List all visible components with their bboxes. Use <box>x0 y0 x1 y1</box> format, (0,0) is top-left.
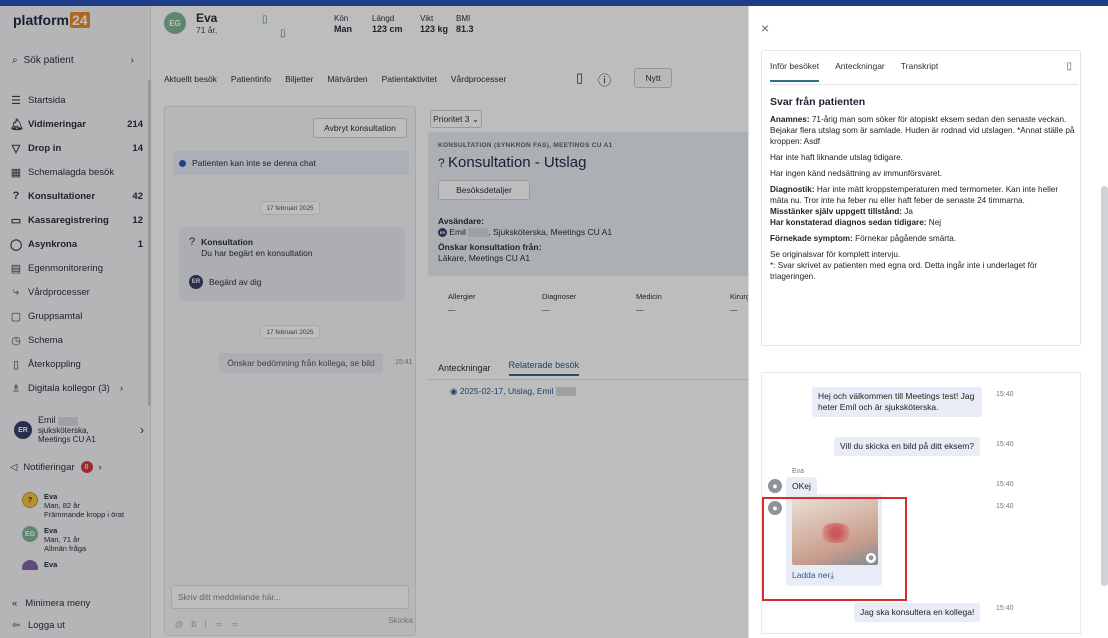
message-time: 15:40 <box>996 503 1014 510</box>
message-time: 15:40 <box>996 441 1014 448</box>
copy-icon[interactable]: ▯ <box>1066 61 1072 72</box>
message-time: 15:40 <box>996 391 1014 398</box>
tab-anteckningar[interactable]: Anteckningar <box>835 61 885 71</box>
tab-transkript[interactable]: Transkript <box>901 61 938 71</box>
chat-message: Jag ska konsultera en kollega! <box>854 603 981 622</box>
modal-backdrop[interactable] <box>0 6 748 638</box>
section-heading: Svar från patienten <box>770 96 866 108</box>
chat-message: Vill du skicka en bild på ditt eksem? <box>834 437 981 456</box>
chat-message: Hej och välkommen till Meetings test! Ja… <box>812 387 982 417</box>
drawer-tabs: Inför besöket Anteckningar Transkript <box>770 61 1078 85</box>
patient-summary-card: Inför besöket Anteckningar Transkript ▯ … <box>761 50 1081 346</box>
message-time: 15:40 <box>996 605 1014 612</box>
tab-infor-besoket[interactable]: Inför besöket <box>770 61 820 82</box>
message-time: 15:40 <box>996 481 1014 488</box>
sender-name: Eva <box>792 468 805 475</box>
patient-answers: Svar från patienten Anamnes: 71-årig man… <box>770 97 1078 287</box>
drawer-scrollbar[interactable] <box>1101 186 1108 586</box>
user-avatar-icon: ● <box>768 479 782 493</box>
highlight-box <box>762 497 907 601</box>
close-icon[interactable]: × <box>761 20 769 36</box>
